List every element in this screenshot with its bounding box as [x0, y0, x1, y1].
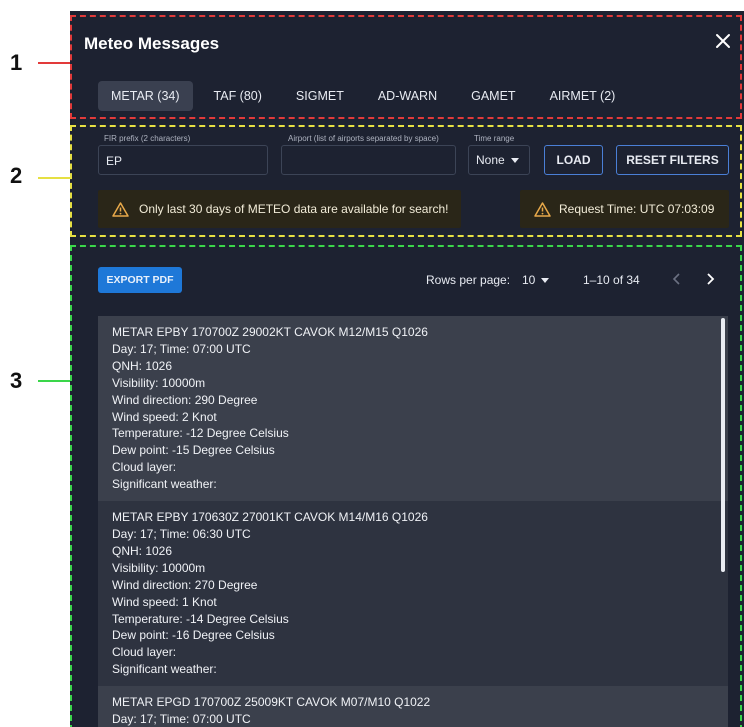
rows-per-page-label: Rows per page: [426, 273, 511, 287]
callout-3: 3 [10, 368, 23, 393]
metar-wind-direction: Wind direction: 290 Degree [112, 392, 258, 407]
load-button[interactable]: LOAD [544, 145, 603, 175]
callout-1-leader [38, 62, 70, 64]
tab-sigmet[interactable]: SIGMET [283, 81, 357, 111]
metar-day-time: Day: 17; Time: 06:30 UTC [112, 526, 251, 541]
metar-significant-weather: Significant weather: [112, 477, 217, 492]
callout-2-leader [38, 177, 70, 179]
metar-visibility: Visibility: 10000m [112, 375, 206, 390]
message-type-tabs: METAR (34) TAF (80) SIGMET AD-WARN GAMET… [98, 81, 636, 111]
time-range-value: None [476, 153, 505, 167]
fir-prefix-label: FIR prefix (2 characters) [104, 134, 191, 143]
close-button[interactable] [712, 30, 734, 52]
metar-temperature: Temperature: -12 Degree Celsius [112, 426, 289, 441]
list-item: METAR EPGD 170700Z 25009KT CAVOK M07/M10… [98, 686, 728, 727]
metar-cloud-layer: Cloud layer: [112, 645, 177, 660]
request-time-text: Request Time: UTC 07:03:09 [559, 202, 715, 216]
export-pdf-button[interactable]: EXPORT PDF [98, 267, 182, 293]
dialog-title: Meteo Messages [84, 34, 220, 53]
tab-ad-warn[interactable]: AD-WARN [365, 81, 450, 111]
chevron-right-icon[interactable] [703, 272, 717, 286]
metar-significant-weather: Significant weather: [112, 662, 217, 677]
tab-airmet[interactable]: AIRMET (2) [537, 81, 629, 111]
fir-prefix-input[interactable]: EP [98, 145, 268, 175]
list-item: METAR EPBY 170630Z 27001KT CAVOK M14/M16… [98, 501, 728, 687]
message-list: METAR EPBY 170700Z 29002KT CAVOK M12/M15… [98, 316, 728, 727]
metar-cloud-layer: Cloud layer: [112, 460, 177, 475]
metar-visibility: Visibility: 10000m [112, 560, 206, 575]
tab-gamet[interactable]: GAMET [458, 81, 528, 111]
metar-day-time: Day: 17; Time: 07:00 UTC [112, 712, 251, 727]
list-item: METAR EPBY 170700Z 29002KT CAVOK M12/M15… [98, 316, 728, 502]
metar-raw: METAR EPBY 170630Z 27001KT CAVOK M14/M16… [112, 510, 428, 525]
time-range-select[interactable]: None [468, 145, 530, 175]
metar-dew-point: Dew point: -15 Degree Celsius [112, 443, 275, 458]
callout-3-leader [38, 380, 70, 382]
search-limit-warning-text: Only last 30 days of METEO data are avai… [139, 202, 449, 216]
callout-1: 1 [10, 50, 23, 75]
chevron-down-icon [510, 158, 519, 164]
chevron-left-icon[interactable] [670, 272, 684, 286]
warning-icon [112, 201, 129, 217]
search-limit-warning: Only last 30 days of METEO data are avai… [98, 190, 461, 228]
pagination-range: 1–10 of 34 [583, 273, 640, 287]
meteo-messages-dialog: Meteo Messages METAR (34) TAF (80) SIGME… [70, 11, 744, 727]
list-scrollbar[interactable] [721, 318, 725, 572]
metar-raw: METAR EPBY 170700Z 29002KT CAVOK M12/M15… [112, 325, 428, 339]
reset-filters-button[interactable]: RESET FILTERS [616, 145, 729, 175]
airport-label: Airport (list of airports separated by s… [288, 134, 439, 143]
metar-qnh: QNH: 1026 [112, 543, 173, 558]
rows-per-page-value: 10 [522, 273, 536, 287]
warning-icon [534, 201, 551, 217]
metar-dew-point: Dew point: -16 Degree Celsius [112, 628, 275, 643]
rows-per-page-select[interactable]: 10 [522, 273, 550, 287]
metar-temperature: Temperature: -14 Degree Celsius [112, 611, 289, 626]
callout-2: 2 [10, 163, 23, 188]
tab-taf[interactable]: TAF (80) [201, 81, 275, 111]
tab-metar[interactable]: METAR (34) [98, 81, 193, 111]
time-range-label: Time range [474, 134, 515, 143]
request-time-banner: Request Time: UTC 07:03:09 [520, 190, 729, 228]
close-icon [716, 34, 730, 48]
metar-raw: METAR EPGD 170700Z 25009KT CAVOK M07/M10… [112, 695, 431, 710]
metar-wind-speed: Wind speed: 2 Knot [112, 409, 217, 424]
airport-input[interactable] [281, 145, 456, 175]
metar-wind-speed: Wind speed: 1 Knot [112, 594, 217, 609]
chevron-down-icon [541, 278, 550, 284]
metar-qnh: QNH: 1026 [112, 358, 173, 373]
metar-day-time: Day: 17; Time: 07:00 UTC [112, 341, 251, 356]
metar-wind-direction: Wind direction: 270 Degree [112, 577, 258, 592]
